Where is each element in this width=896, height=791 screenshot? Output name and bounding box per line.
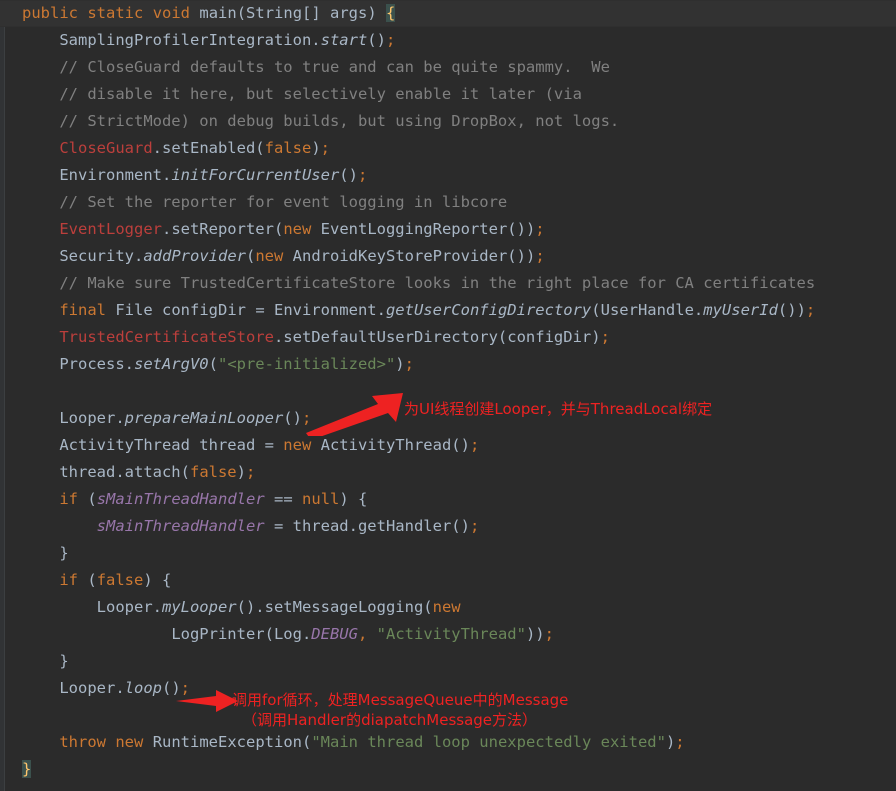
code-line[interactable]: if (false) { [0, 567, 896, 594]
code-line[interactable] [0, 702, 896, 729]
code-line[interactable]: ActivityThread thread = new ActivityThre… [0, 432, 896, 459]
code-line[interactable]: EventLogger.setReporter(new EventLogging… [0, 216, 896, 243]
code-line[interactable]: Looper.prepareMainLooper(); [0, 405, 896, 432]
code-line[interactable] [0, 378, 896, 405]
code-line[interactable]: if (sMainThreadHandler == null) { [0, 486, 896, 513]
code-line[interactable]: Process.setArgV0("<pre-initialized>"); [0, 351, 896, 378]
code-line[interactable]: SamplingProfilerIntegration.start(); [0, 27, 896, 54]
code-line[interactable]: // Set the reporter for event logging in… [0, 189, 896, 216]
code-line[interactable]: final File configDir = Environment.getUs… [0, 297, 896, 324]
code-line[interactable]: TrustedCertificateStore.setDefaultUserDi… [0, 324, 896, 351]
code-line[interactable]: Environment.initForCurrentUser(); [0, 162, 896, 189]
code-line[interactable]: sMainThreadHandler = thread.getHandler()… [0, 513, 896, 540]
code-line[interactable]: // StrictMode) on debug builds, but usin… [0, 108, 896, 135]
code-line[interactable]: public static void main(String[] args) { [0, 0, 896, 27]
code-line[interactable]: } [0, 648, 896, 675]
code-line[interactable]: CloseGuard.setEnabled(false); [0, 135, 896, 162]
code-line[interactable]: } [0, 540, 896, 567]
code-line[interactable]: // disable it here, but selectively enab… [0, 81, 896, 108]
code-line[interactable]: Looper.myLooper().setMessageLogging(new [0, 594, 896, 621]
code-line[interactable]: Looper.loop(); [0, 675, 896, 702]
code-line[interactable]: } [0, 756, 896, 783]
code-line[interactable]: throw new RuntimeException("Main thread … [0, 729, 896, 756]
code-content[interactable]: public static void main(String[] args) {… [0, 0, 896, 791]
code-line[interactable]: Security.addProvider(new AndroidKeyStore… [0, 243, 896, 270]
code-line[interactable]: // CloseGuard defaults to true and can b… [0, 54, 896, 81]
code-line[interactable]: // Make sure TrustedCertificateStore loo… [0, 270, 896, 297]
code-line[interactable]: LogPrinter(Log.DEBUG, "ActivityThread"))… [0, 621, 896, 648]
code-line[interactable]: thread.attach(false); [0, 459, 896, 486]
code-editor-pane[interactable]: public static void main(String[] args) {… [0, 0, 896, 791]
